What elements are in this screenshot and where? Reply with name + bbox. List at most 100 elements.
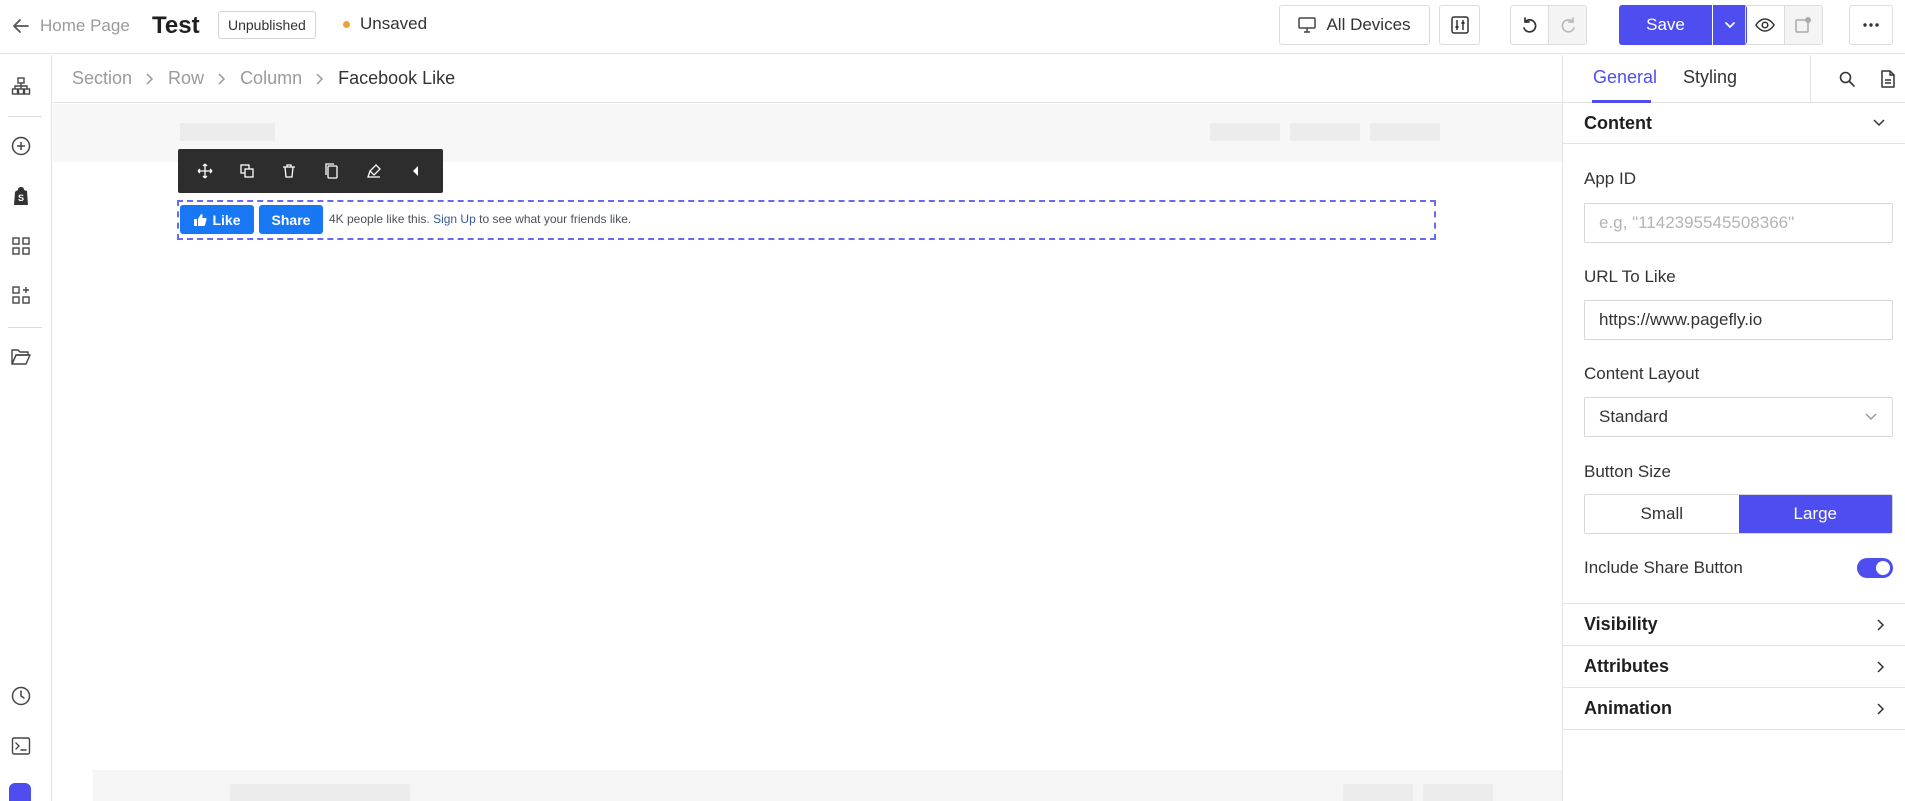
search-icon[interactable] xyxy=(1835,67,1859,91)
facebook-signup-link[interactable]: Sign Up xyxy=(433,212,476,226)
brand-logo-icon xyxy=(9,783,31,801)
sliders-icon xyxy=(1450,16,1469,34)
save-options-button[interactable] xyxy=(1713,5,1747,45)
terminal-icon[interactable] xyxy=(7,732,35,760)
animation-section-header[interactable]: Animation xyxy=(1563,688,1905,730)
facebook-like-element[interactable]: Like Share 4K people like this. Sign Up … xyxy=(177,200,1436,240)
header-logo-placeholder xyxy=(180,123,275,141)
redo-button[interactable] xyxy=(1549,6,1586,44)
content-layout-select[interactable]: Standard xyxy=(1584,397,1893,437)
copy-icon[interactable] xyxy=(318,157,346,185)
button-size-label: Button Size xyxy=(1584,462,1671,481)
sitemap-icon[interactable] xyxy=(7,72,35,100)
publish-icon xyxy=(1794,16,1812,34)
undo-button[interactable] xyxy=(1511,6,1549,44)
rail-divider xyxy=(8,327,42,328)
facebook-like-label: Like xyxy=(212,211,241,228)
save-button[interactable]: Save xyxy=(1619,5,1712,45)
monitor-icon xyxy=(1298,17,1317,33)
publish-button[interactable] xyxy=(1784,6,1822,44)
chevron-right-icon xyxy=(1876,702,1886,716)
collapse-left-icon[interactable] xyxy=(402,157,430,185)
back-to-home-link[interactable]: Home Page xyxy=(12,14,130,38)
arrow-left-icon xyxy=(12,17,30,35)
preview-button[interactable] xyxy=(1746,6,1785,44)
save-state-indicator: Unsaved xyxy=(343,14,427,34)
chevron-right-icon xyxy=(1876,660,1886,674)
top-bar: Home Page Test Unpublished Unsaved All D… xyxy=(0,0,1905,54)
svg-text:S: S xyxy=(18,193,24,203)
history-icon[interactable] xyxy=(7,682,35,710)
breadcrumb-row[interactable]: Row xyxy=(168,68,204,89)
animation-section-title: Animation xyxy=(1584,698,1672,718)
attributes-section-title: Attributes xyxy=(1584,656,1669,676)
add-circle-icon[interactable] xyxy=(7,132,35,160)
chevron-right-icon xyxy=(1876,618,1886,632)
like-count-text: 4K people like this. xyxy=(329,212,430,226)
chevron-down-icon xyxy=(1872,118,1886,128)
share-button-switch[interactable] xyxy=(1857,558,1893,578)
content-section-header[interactable]: Content xyxy=(1563,103,1905,144)
content-layout-value: Standard xyxy=(1599,407,1668,426)
breadcrumb-current: Facebook Like xyxy=(338,68,456,88)
attributes-section-header[interactable]: Attributes xyxy=(1563,646,1905,688)
status-badge: Unpublished xyxy=(218,11,316,39)
visibility-section-title: Visibility xyxy=(1584,614,1658,634)
editor-canvas[interactable]: Like Share 4K people like this. Sign Up … xyxy=(53,104,1562,801)
document-icon[interactable] xyxy=(1876,67,1900,91)
app-id-label: App ID xyxy=(1584,169,1636,188)
page-title: Test xyxy=(152,12,200,39)
left-rail: S xyxy=(0,55,52,801)
history-controls xyxy=(1510,5,1587,45)
visibility-section-header[interactable]: Visibility xyxy=(1563,603,1905,646)
chevron-down-icon xyxy=(1723,18,1737,32)
redo-icon xyxy=(1559,16,1577,34)
shopify-bag-icon[interactable]: S xyxy=(7,182,35,210)
properties-panel: General Styling Content App ID URL To Li… xyxy=(1562,55,1905,801)
switch-knob xyxy=(1876,561,1890,575)
breadcrumb-section[interactable]: Section xyxy=(72,68,132,89)
page-footer-placeholder xyxy=(93,770,1562,801)
device-selector-button[interactable]: All Devices xyxy=(1279,5,1430,45)
tab-general[interactable]: General xyxy=(1593,67,1657,88)
chevron-right-icon xyxy=(145,72,155,86)
tune-settings-button[interactable] xyxy=(1439,5,1480,45)
move-icon[interactable] xyxy=(191,157,219,185)
thumbs-up-icon xyxy=(193,213,208,227)
chevron-right-icon xyxy=(217,72,227,86)
facebook-share-button[interactable]: Share xyxy=(259,205,323,234)
url-to-like-input[interactable] xyxy=(1584,300,1893,340)
unsaved-dot-icon xyxy=(343,20,350,28)
app-id-input[interactable] xyxy=(1584,203,1893,243)
rail-divider xyxy=(8,116,42,117)
url-to-like-label: URL To Like xyxy=(1584,267,1676,286)
signup-suffix-text: to see what your friends like. xyxy=(479,212,632,226)
panel-tabs: General Styling xyxy=(1563,55,1905,103)
more-options-button[interactable] xyxy=(1849,5,1893,45)
share-button-label: Include Share Button xyxy=(1584,558,1743,577)
preview-publish-controls xyxy=(1745,5,1823,45)
facebook-like-button[interactable]: Like xyxy=(180,205,254,234)
content-layout-label: Content Layout xyxy=(1584,364,1700,383)
panel-divider xyxy=(1810,55,1811,103)
style-brush-icon[interactable] xyxy=(360,157,388,185)
tab-styling[interactable]: Styling xyxy=(1683,67,1737,88)
delete-icon[interactable] xyxy=(275,157,303,185)
folder-open-icon[interactable] xyxy=(7,342,35,370)
grid-plus-icon[interactable] xyxy=(7,281,35,309)
button-size-large[interactable]: Large xyxy=(1738,495,1892,533)
grid-icon[interactable] xyxy=(7,232,35,260)
duplicate-icon[interactable] xyxy=(233,157,261,185)
undo-icon xyxy=(1521,16,1539,34)
button-size-small[interactable]: Small xyxy=(1585,495,1739,533)
breadcrumb-column[interactable]: Column xyxy=(240,68,302,89)
header-nav-placeholder xyxy=(1370,123,1440,141)
chevron-right-icon xyxy=(315,72,325,86)
element-toolbar xyxy=(178,149,443,193)
facebook-social-text: 4K people like this. Sign Up to see what… xyxy=(329,212,631,226)
footer-placeholder xyxy=(1423,784,1493,801)
breadcrumb: Section Row Column Facebook Like xyxy=(53,55,1562,103)
header-nav-placeholder xyxy=(1210,123,1280,141)
eye-icon xyxy=(1754,18,1775,32)
footer-placeholder xyxy=(1343,784,1413,801)
